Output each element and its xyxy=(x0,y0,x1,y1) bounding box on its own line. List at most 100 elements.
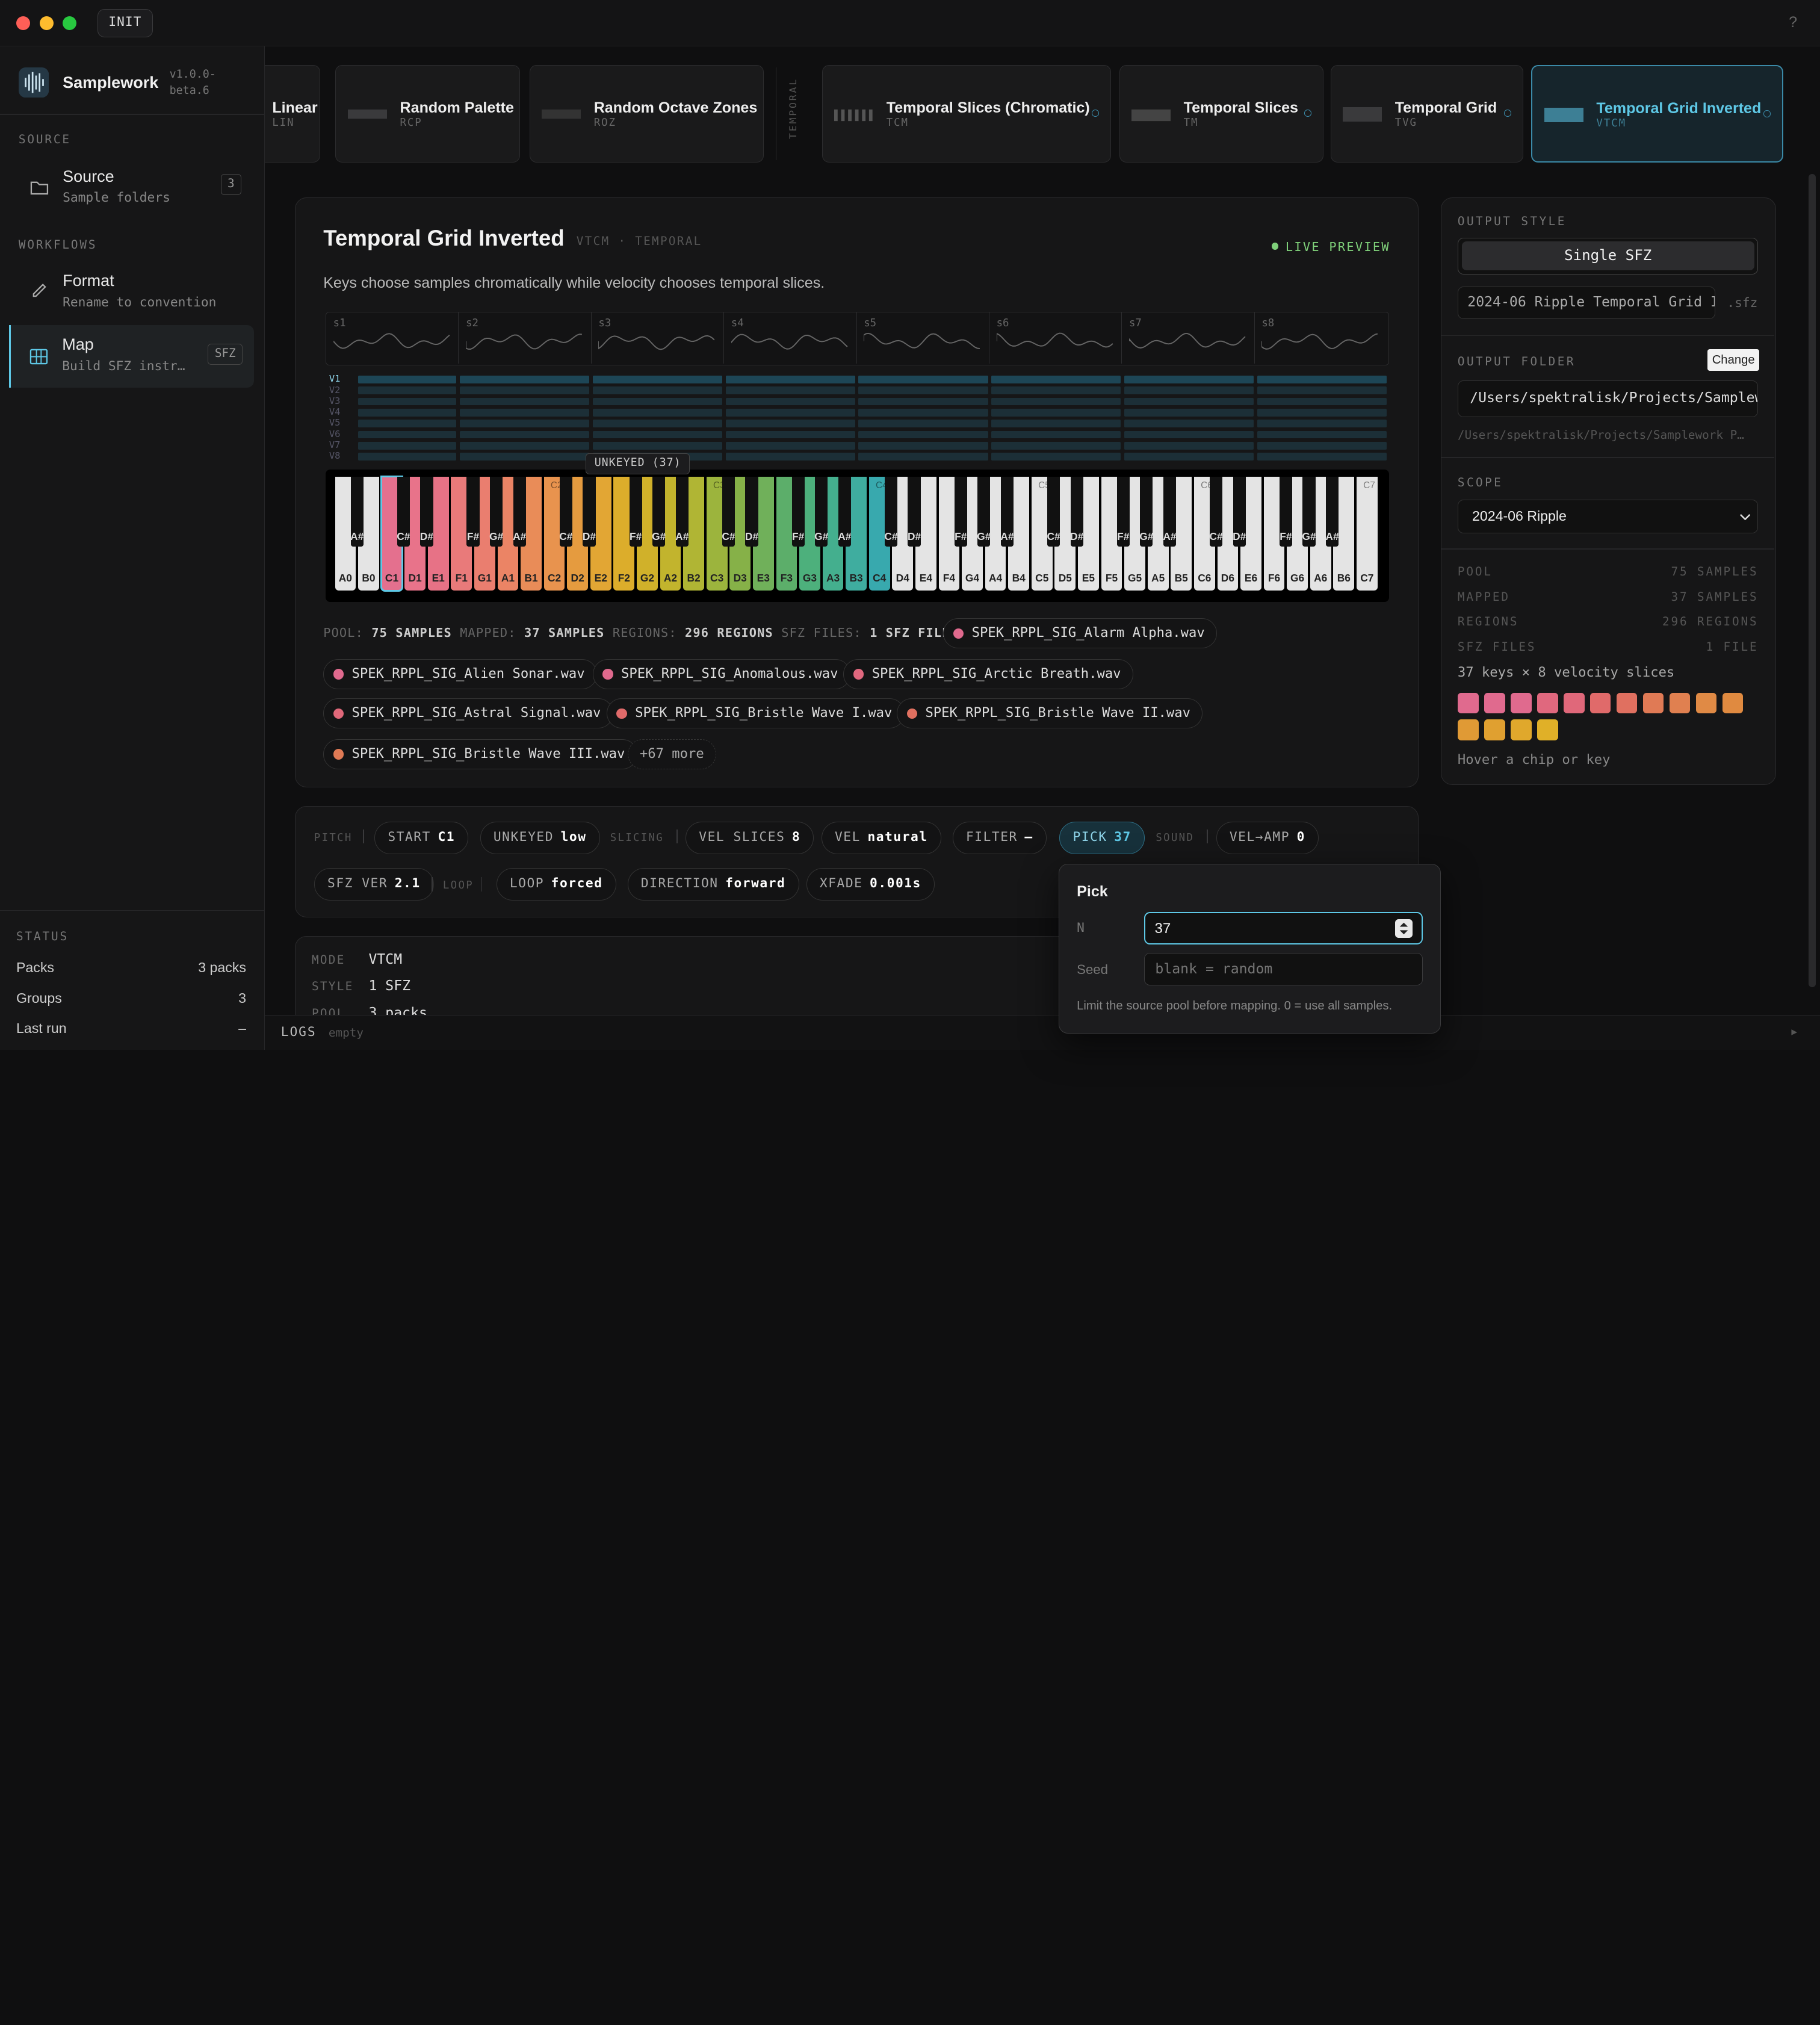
sample-chip[interactable]: SPEK_RPPL_SIG_Bristle Wave I.wav xyxy=(606,698,905,729)
velocity-slice-cell[interactable] xyxy=(459,397,589,406)
velocity-slice-cell[interactable] xyxy=(991,376,1121,383)
sample-chip[interactable]: SPEK_RPPL_SIG_Astral Signal.wav xyxy=(323,698,613,729)
vel-pill[interactable]: VEL natural xyxy=(821,821,941,854)
sample-swatch[interactable] xyxy=(1537,719,1558,740)
change-folder-button[interactable]: Change xyxy=(1707,349,1760,371)
workflow-card-temporal-grid-inverted[interactable]: Temporal Grid Inverted VTCM xyxy=(1531,65,1783,163)
velocity-slice-cell[interactable] xyxy=(1257,430,1387,439)
velocity-slice-cell[interactable] xyxy=(725,453,855,461)
minimize-window-button[interactable] xyxy=(39,16,54,31)
velocity-slice-cell[interactable] xyxy=(991,430,1121,439)
velocity-slice-cell[interactable] xyxy=(1124,409,1254,417)
sfz-ver-pill[interactable]: SFZ VER 2.1 xyxy=(314,867,434,901)
velocity-slice-cell[interactable] xyxy=(459,386,589,394)
sample-swatch[interactable] xyxy=(1457,692,1479,714)
velocity-slice-cell[interactable] xyxy=(1257,420,1387,427)
velocity-slice-cell[interactable] xyxy=(358,409,457,417)
workflow-card-temporal-slices-chromatic[interactable]: Temporal Slices (Chromatic) TCM xyxy=(822,65,1112,163)
velocity-slice-cell[interactable] xyxy=(592,420,722,427)
velocity-slice-cell[interactable] xyxy=(725,420,855,427)
single-sfz-option[interactable]: Single SFZ xyxy=(1461,241,1754,271)
workflow-card-random-palette[interactable]: Random Palette RCP xyxy=(335,65,521,163)
sample-swatch[interactable] xyxy=(1537,692,1558,714)
velocity-slice-cell[interactable] xyxy=(991,420,1121,427)
velocity-slice-cell[interactable] xyxy=(358,430,457,439)
zoom-window-button[interactable] xyxy=(63,16,77,31)
vel-slices-pill[interactable]: VEL SLICES 8 xyxy=(686,821,814,854)
filter-pill[interactable]: FILTER – xyxy=(952,821,1047,854)
velocity-slice-cell[interactable] xyxy=(1124,376,1254,383)
velocity-slice-cell[interactable] xyxy=(1124,386,1254,394)
scope-select[interactable]: 2024-06 Ripple xyxy=(1457,500,1759,534)
more-samples-chip[interactable]: +67 more xyxy=(627,739,716,769)
velocity-slice-cell[interactable] xyxy=(858,397,988,406)
sample-swatch[interactable] xyxy=(1695,692,1717,714)
velocity-slice-cell[interactable] xyxy=(358,376,457,383)
init-button[interactable]: INIT xyxy=(98,9,153,37)
xfade-pill[interactable]: XFADE 0.001s xyxy=(806,867,935,901)
filename-input[interactable]: 2024-06 Ripple Temporal Grid I xyxy=(1457,286,1716,319)
velocity-slice-cell[interactable] xyxy=(1257,397,1387,406)
sample-chip[interactable]: SPEK_RPPL_SIG_Arctic Breath.wav xyxy=(843,659,1133,689)
sample-swatch[interactable] xyxy=(1484,719,1505,740)
vel-amp-pill[interactable]: VEL→AMP 0 xyxy=(1216,821,1319,854)
workflow-card-temporal-slices[interactable]: Temporal Slices TM xyxy=(1119,65,1324,163)
direction-pill[interactable]: DIRECTION forward xyxy=(627,867,799,901)
velocity-slice-cell[interactable] xyxy=(592,409,722,417)
velocity-slice-cell[interactable] xyxy=(592,430,722,439)
close-window-button[interactable] xyxy=(16,16,31,31)
velocity-slice-cell[interactable] xyxy=(858,442,988,450)
velocity-slice-cell[interactable] xyxy=(725,397,855,406)
velocity-slice-cell[interactable] xyxy=(1124,453,1254,461)
workflow-card-linear[interactable]: Linear LIN xyxy=(264,65,321,163)
velocity-slice-cell[interactable] xyxy=(991,386,1121,394)
velocity-slice-cell[interactable] xyxy=(459,442,589,450)
unkeyed-pill[interactable]: UNKEYED low xyxy=(480,821,600,854)
velocity-slice-cell[interactable] xyxy=(725,386,855,394)
sidebar-item-format[interactable]: Format Rename to convention xyxy=(9,262,254,318)
sample-swatch[interactable] xyxy=(1484,692,1505,714)
velocity-slice-cell[interactable] xyxy=(358,397,457,406)
piano-key[interactable]: C7 C7 xyxy=(1357,476,1378,591)
velocity-slice-cell[interactable] xyxy=(1257,453,1387,461)
workflow-card-temporal-grid[interactable]: Temporal Grid TVG xyxy=(1330,65,1523,163)
velocity-slice-cell[interactable] xyxy=(1257,442,1387,450)
velocity-slice-cell[interactable] xyxy=(991,442,1121,450)
velocity-slice-cell[interactable] xyxy=(1257,376,1387,383)
main-scrollbar[interactable] xyxy=(1809,174,1816,987)
output-folder-input[interactable]: /Users/spektralisk/Projects/Samplew… xyxy=(1457,380,1759,418)
velocity-slice-cell[interactable] xyxy=(991,409,1121,417)
velocity-slice-cell[interactable] xyxy=(592,386,722,394)
logs-bar[interactable]: LOGS empty ▸ xyxy=(264,1014,1820,1050)
help-icon[interactable]: ? xyxy=(1789,14,1797,31)
velocity-slice-cell[interactable] xyxy=(1124,397,1254,406)
velocity-slice-cell[interactable] xyxy=(991,453,1121,461)
sample-swatch[interactable] xyxy=(1642,692,1664,714)
seed-input[interactable] xyxy=(1144,952,1423,985)
velocity-slice-cell[interactable] xyxy=(725,442,855,450)
n-input[interactable]: 37 xyxy=(1144,912,1423,945)
sample-swatch[interactable] xyxy=(1510,719,1532,740)
velocity-slice-cell[interactable] xyxy=(1124,420,1254,427)
sample-chip[interactable]: SPEK_RPPL_SIG_Alien Sonar.wav xyxy=(323,659,597,689)
velocity-slice-cell[interactable] xyxy=(592,442,722,450)
sidebar-item-source[interactable]: Source Sample folders 3 xyxy=(9,158,254,214)
sample-swatch[interactable] xyxy=(1510,692,1532,714)
loop-pill[interactable]: LOOP forced xyxy=(496,867,616,901)
velocity-slice-cell[interactable] xyxy=(858,376,988,383)
stepper-icon[interactable] xyxy=(1394,919,1413,938)
velocity-slice-cell[interactable] xyxy=(358,442,457,450)
velocity-slice-cell[interactable] xyxy=(1257,386,1387,394)
sample-swatch[interactable] xyxy=(1589,692,1611,714)
sample-chip[interactable]: SPEK_RPPL_SIG_Alarm Alpha.wav xyxy=(943,618,1217,649)
velocity-slice-cell[interactable] xyxy=(459,430,589,439)
sample-chip[interactable]: SPEK_RPPL_SIG_Anomalous.wav xyxy=(592,659,850,689)
velocity-slice-cell[interactable] xyxy=(725,376,855,383)
velocity-slice-cell[interactable] xyxy=(592,376,722,383)
sample-chip[interactable]: SPEK_RPPL_SIG_Bristle Wave II.wav xyxy=(897,698,1203,729)
sample-swatch[interactable] xyxy=(1457,719,1479,740)
velocity-slice-cell[interactable] xyxy=(459,453,589,461)
expand-logs-icon[interactable]: ▸ xyxy=(1791,1025,1797,1039)
sample-swatch[interactable] xyxy=(1669,692,1691,714)
workflow-card-random-octave-zones[interactable]: Random Octave Zones ROZ xyxy=(529,65,764,163)
